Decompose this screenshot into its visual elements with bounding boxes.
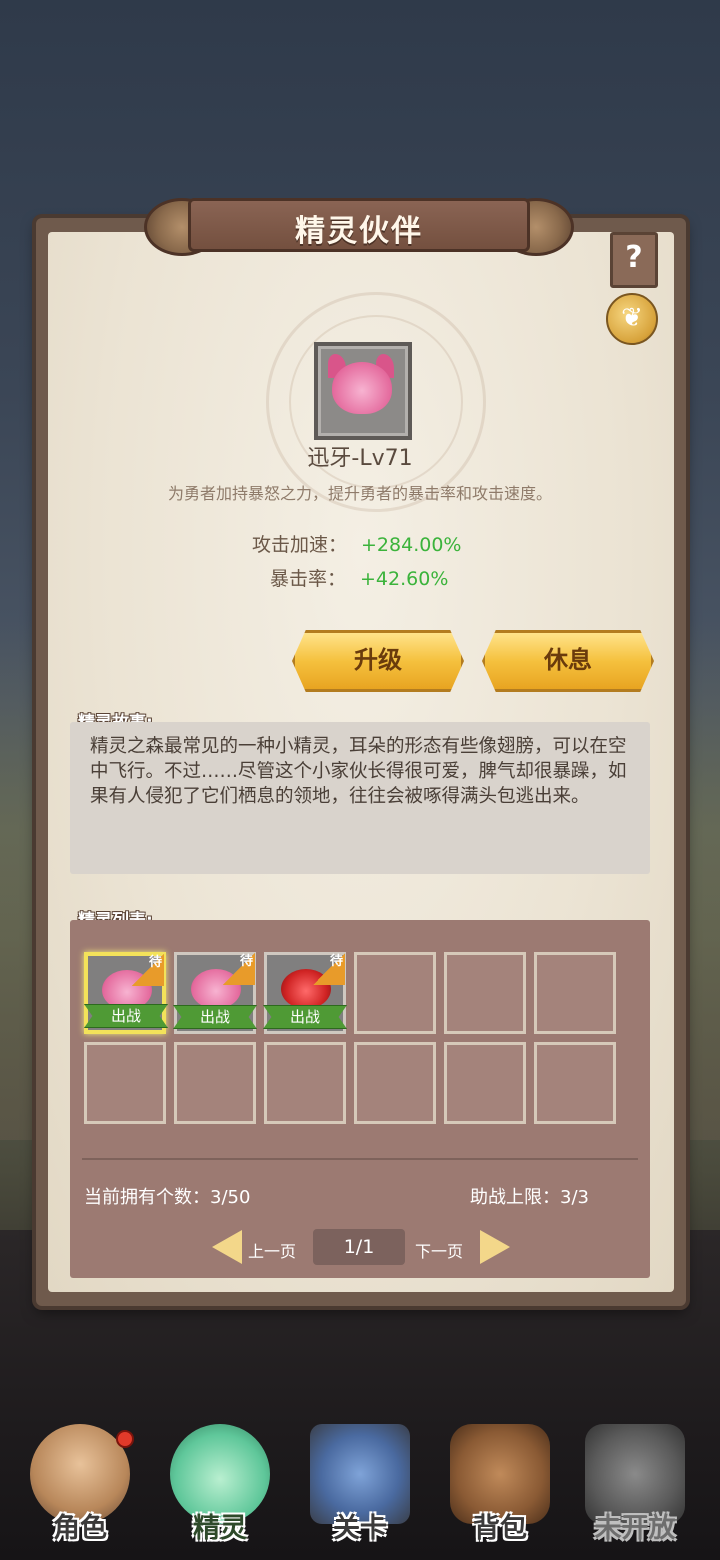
title-plate: 精灵伙伴 [144, 192, 574, 256]
owned-count: 当前拥有个数：3/50 [84, 1187, 251, 1208]
upgrade-button[interactable]: 升级 [292, 630, 464, 692]
pet-portrait [314, 342, 412, 440]
nav-hero[interactable]: 角色 [20, 1410, 140, 1550]
deploy-ribbon: 出战 [84, 1004, 168, 1028]
next-page-icon[interactable] [480, 1230, 510, 1264]
nav-label: 未开放 [594, 1513, 676, 1544]
empty-slot[interactable] [84, 1042, 166, 1124]
wait-tag: 待 [223, 953, 255, 985]
rest-button[interactable]: 休息 [482, 630, 654, 692]
empty-slot[interactable] [534, 952, 616, 1034]
empty-slot[interactable] [354, 1042, 436, 1124]
pet-description: 为勇者加持暴怒之力，提升勇者的暴击率和攻击速度。 [167, 484, 552, 503]
list-divider [82, 1158, 638, 1160]
sprite-slot[interactable]: 待 出战 [84, 952, 168, 1034]
nav-sprite[interactable]: 精灵 [160, 1410, 280, 1550]
help-button[interactable]: ? [610, 232, 658, 288]
stat-value: +42.60% [360, 568, 449, 590]
empty-slot[interactable] [174, 1042, 256, 1124]
story-box: 精灵之森最常见的一种小精灵，耳朵的形态有些像翅膀，可以在空中飞行。不过……尽管这… [70, 722, 650, 874]
wing-icon[interactable]: ❦ [606, 293, 658, 345]
nav-locked[interactable]: 未开放 [575, 1410, 695, 1550]
stat-crit-rate: 暴击率： +42.60% [270, 564, 448, 591]
nav-label: 精灵 [193, 1513, 247, 1544]
nav-label: 关卡 [333, 1513, 387, 1544]
stat-attack-speed: 攻击加速： +284.00% [252, 530, 461, 557]
deploy-ribbon: 出战 [263, 1005, 347, 1029]
empty-slot[interactable] [444, 1042, 526, 1124]
stat-label: 攻击加速： [252, 534, 348, 556]
empty-slot[interactable] [264, 1042, 346, 1124]
story-text: 精灵之森最常见的一种小精灵，耳朵的形态有些像翅膀，可以在空中飞行。不过……尽管这… [90, 736, 627, 807]
empty-slot[interactable] [354, 952, 436, 1034]
empty-slot[interactable] [444, 952, 526, 1034]
prev-page-icon[interactable] [212, 1230, 242, 1264]
page-indicator: 1/1 [313, 1229, 405, 1265]
assist-limit: 助战上限：3/3 [470, 1187, 589, 1208]
stat-value: +284.00% [361, 534, 462, 556]
empty-slot[interactable] [534, 1042, 616, 1124]
pink-sprite-icon [332, 362, 392, 414]
prev-page-button[interactable]: 上一页 [248, 1238, 296, 1262]
nav-label: 角色 [53, 1513, 107, 1544]
wait-tag: 待 [132, 954, 164, 986]
sprite-list: 待 出战 待 出战 待 出战 [70, 920, 650, 1278]
nav-backpack[interactable]: 背包 [440, 1410, 560, 1550]
stat-label: 暴击率： [270, 568, 347, 590]
notification-dot [116, 1430, 134, 1448]
nav-label: 背包 [473, 1513, 527, 1544]
sprite-slot[interactable]: 待 出战 [173, 952, 257, 1034]
panel-title: 精灵伙伴 [295, 214, 423, 249]
pet-name: 迅牙-Lv71 [307, 446, 413, 471]
nav-stage[interactable]: 关卡 [300, 1410, 420, 1550]
next-page-button[interactable]: 下一页 [415, 1238, 463, 1262]
wait-tag: 待 [313, 953, 345, 985]
deploy-ribbon: 出战 [173, 1005, 257, 1029]
sprite-slot[interactable]: 待 出战 [263, 952, 347, 1034]
